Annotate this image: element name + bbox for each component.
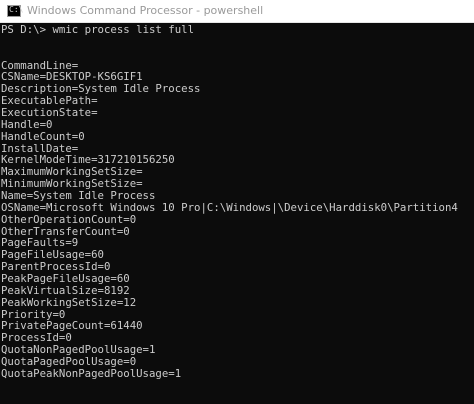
output-line: ExecutionState= — [1, 106, 98, 120]
console-icon-glyph: C:\ — [9, 5, 24, 14]
output-line: OtherOperationCount=0 — [1, 212, 137, 226]
terminal-window: C:\ Windows Command Processor - powershe… — [0, 0, 474, 404]
output-line: HandleCount=0 — [1, 129, 85, 143]
output-line: Handle=0 — [1, 117, 53, 131]
output-line: OSName=Microsoft Windows 10 Pro|C:\Windo… — [1, 200, 458, 214]
output-line: PeakVirtualSize=8192 — [1, 283, 130, 297]
window-title: Windows Command Processor - powershell — [27, 4, 264, 17]
output-line: QuotaPeakNonPagedPoolUsage=1 — [1, 366, 182, 380]
command-line: PS D:\> wmic process list full — [1, 24, 473, 36]
command-text: wmic process list full — [52, 24, 195, 36]
output-line: PrivatePageCount=61440 — [1, 319, 143, 333]
console-output[interactable]: PS D:\> wmic process list full CommandLi… — [1, 24, 473, 404]
title-bar[interactable]: C:\ Windows Command Processor - powershe… — [0, 0, 474, 23]
prompt: PS D:\> — [1, 24, 47, 36]
output-line: PeakWorkingSetSize=12 — [1, 295, 137, 309]
console-icon[interactable]: C:\ — [7, 5, 24, 17]
